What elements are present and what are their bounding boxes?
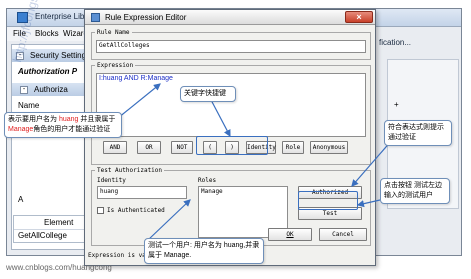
cancel-button[interactable]: Cancel bbox=[319, 228, 367, 241]
or-button[interactable]: OR bbox=[137, 141, 161, 154]
callout-expression-meaning: 表示要用户名为 huang 并且隶属于 Manage角色的用户才能通过验证 bbox=[4, 112, 122, 138]
dialog-title: Rule Expression Editor bbox=[105, 13, 187, 22]
callout-text: 角色的用户才能通过验证 bbox=[33, 126, 111, 133]
identity-input[interactable]: huang bbox=[97, 186, 187, 199]
test-authorization-legend: Test Authorization bbox=[97, 167, 163, 174]
anonymous-button[interactable]: Anonymous bbox=[310, 141, 348, 154]
is-authenticated-label: Is Authenticated bbox=[107, 207, 165, 214]
expression-legend: Expression bbox=[97, 62, 134, 69]
property-name: Name bbox=[18, 101, 40, 110]
callout-text: 表示要用户名为 bbox=[8, 116, 57, 123]
tree-node-label: Security Setting bbox=[30, 51, 87, 60]
role-button[interactable]: Role bbox=[282, 141, 304, 154]
background-right-title: fication... bbox=[379, 38, 412, 47]
test-buttons-highlight bbox=[298, 191, 358, 210]
callout-text: 并且隶属于 bbox=[80, 116, 116, 123]
keyword-buttons-highlight bbox=[196, 136, 268, 155]
close-button[interactable]: × bbox=[345, 11, 373, 23]
roles-label: Roles bbox=[198, 177, 217, 184]
expression-text: I:huang AND R:Manage bbox=[99, 75, 173, 82]
element-value[interactable]: GetAllCollege bbox=[18, 231, 67, 240]
ok-button[interactable]: OK bbox=[268, 228, 312, 241]
is-authenticated-checkbox[interactable] bbox=[97, 207, 104, 214]
callout-test: 点击按钮 测试左边输入的测试用户 bbox=[380, 178, 450, 204]
dialog-icon bbox=[91, 13, 100, 22]
tree-node-label: Authoriza bbox=[34, 85, 68, 94]
tree-node-cut: A bbox=[18, 195, 24, 204]
element-header: Element bbox=[44, 218, 74, 227]
expression-input[interactable]: I:huang AND R:Manage bbox=[96, 73, 366, 137]
identity-label: Identity bbox=[97, 177, 126, 184]
not-button[interactable]: NOT bbox=[171, 141, 193, 154]
tree-node-authorization-provider[interactable]: Authorization P bbox=[18, 67, 77, 76]
callout-test-user: 测试一个用户: 用户名为 huang,并隶属于 Manage. bbox=[144, 238, 264, 264]
callout-keywords: 关键字快捷键 bbox=[180, 86, 236, 102]
collapse-icon[interactable]: - bbox=[20, 86, 28, 94]
menu-blocks[interactable]: Blocks bbox=[35, 29, 59, 38]
dialog-titlebar: Rule Expression Editor × bbox=[85, 10, 375, 25]
right-panel-item: + bbox=[394, 100, 399, 109]
callout-highlight-user: huang bbox=[58, 116, 79, 123]
footer-url: www.cnblogs.com/huangcong bbox=[6, 263, 112, 272]
rule-name-input[interactable]: GetAllColleges bbox=[96, 40, 366, 53]
callout-authorized: 符合表达式则提示通过验证 bbox=[384, 120, 452, 146]
callout-highlight-role: Manage bbox=[8, 126, 34, 133]
rule-name-legend: Rule Name bbox=[97, 29, 130, 36]
and-button[interactable]: AND bbox=[103, 141, 127, 154]
